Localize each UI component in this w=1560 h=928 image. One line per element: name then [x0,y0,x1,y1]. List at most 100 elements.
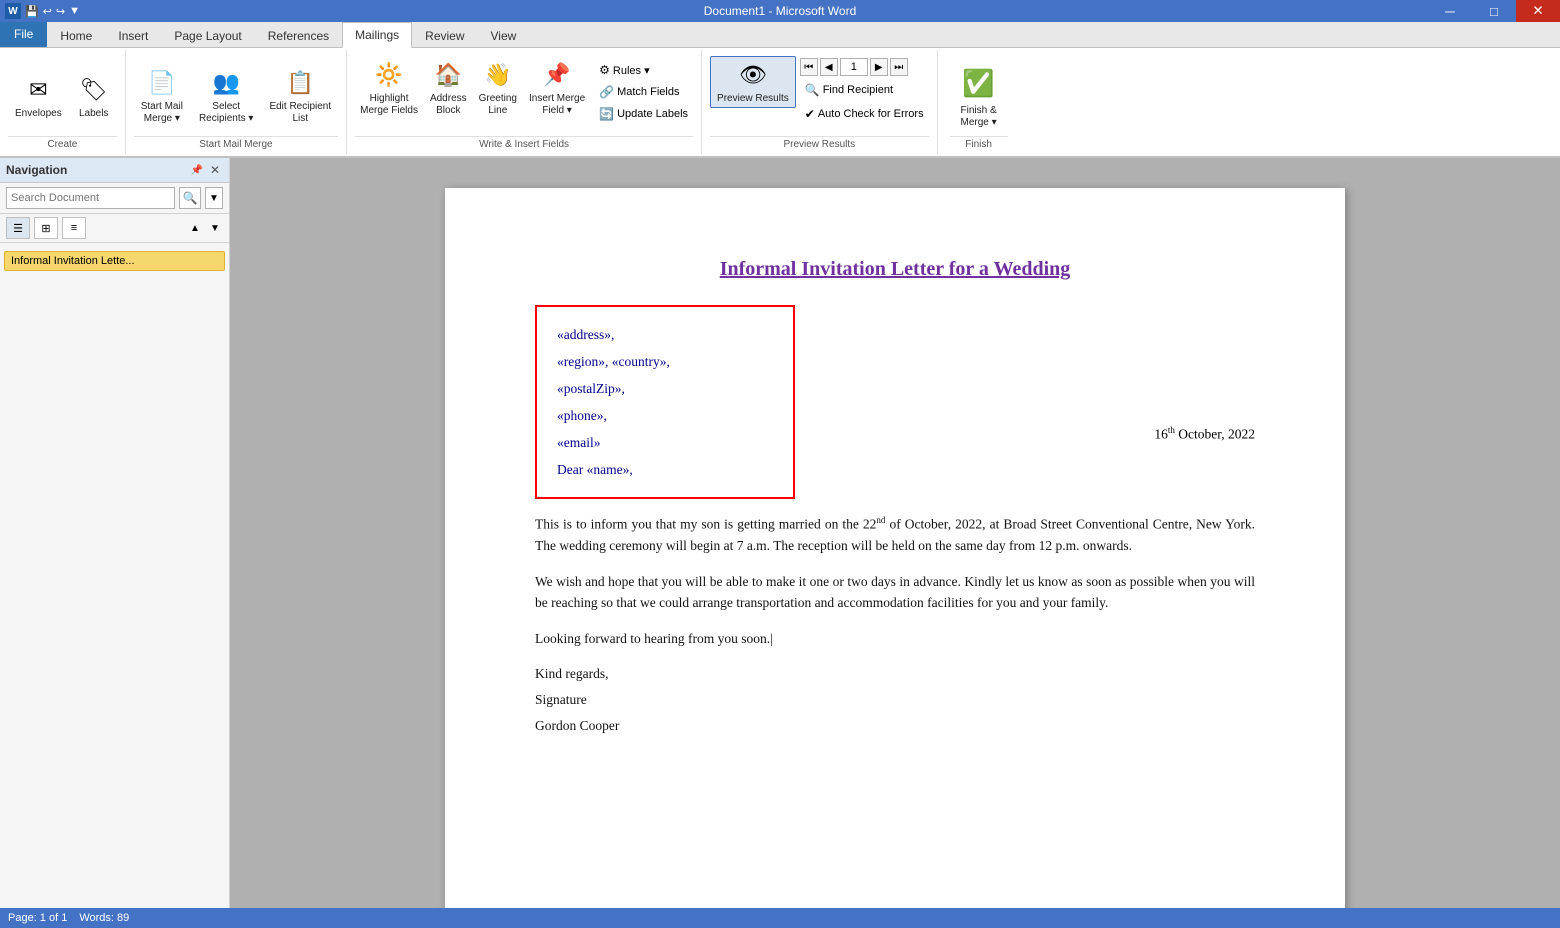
greeting-line-label: GreetingLine [479,93,517,117]
page-first-btn[interactable]: ⏮ [800,58,818,76]
main-document-area: Informal Invitation Letter for a Wedding… [230,158,1560,908]
find-recipient-btn[interactable]: 🔍 Find Recipient [800,80,929,100]
paragraph-1: This is to inform you that my son is get… [535,513,1255,557]
match-fields-label: Match Fields [617,86,679,98]
nav-results-view-btn[interactable]: ≡ [62,217,86,239]
redo-quick-btn[interactable]: ↪ [56,5,65,18]
update-labels-label: Update Labels [617,108,688,120]
status-bar: Page: 1 of 1 Words: 89 [0,908,1560,928]
close-btn[interactable]: ✕ [1516,0,1560,22]
start-mail-merge-group-label: Start Mail Merge [134,136,338,152]
address-block-btn[interactable]: 🏠 AddressBlock [425,56,472,120]
finish-group-label: Finish [950,136,1008,152]
merge-phone: «phone», [557,402,773,429]
preview-results-label: Preview Results [717,93,789,105]
labels-btn[interactable]: 🏷 Labels [71,71,117,122]
tab-view[interactable]: View [478,23,530,47]
save-quick-btn[interactable]: 💾 [25,5,39,18]
ribbon-group-write-insert: 🔆 HighlightMerge Fields 🏠 AddressBlock 👋… [347,50,702,154]
tab-file[interactable]: File [0,21,47,47]
merge-postal: «postalZip», [557,375,773,402]
preview-group-label: Preview Results [710,136,929,152]
envelopes-label: Envelopes [15,108,62,119]
nav-view-btns: ☰ ⊞ ≡ ▲ ▼ [0,214,229,243]
find-recipient-label: Find Recipient [823,84,893,96]
address-block-label: AddressBlock [430,93,467,117]
nav-next-btn[interactable]: ▼ [207,220,223,236]
ribbon: ✉ Envelopes 🏷 Labels Create 📄 Start Mail… [0,48,1560,158]
page-prev-btn[interactable]: ◀ [820,58,838,76]
auto-check-errors-btn[interactable]: ✔ Auto Check for Errors [800,104,929,124]
nav-item-invitation[interactable]: Informal Invitation Lette... [4,251,225,271]
customize-quick-btn[interactable]: ▼ [69,5,80,17]
nav-page-view-btn[interactable]: ⊞ [34,217,58,239]
ribbon-group-finish: ✅ Finish &Merge ▾ Finish [938,50,1020,154]
document-body: This is to inform you that my son is get… [535,513,1255,736]
tab-mailings[interactable]: Mailings [342,22,412,48]
ribbon-tabs: File Home Insert Page Layout References … [0,22,1560,48]
nav-close-btn[interactable]: ✕ [207,162,223,178]
select-recipients-btn[interactable]: 👥 SelectRecipients ▾ [192,64,261,128]
search-dropdown-btn[interactable]: ▼ [205,187,223,209]
nav-prev-btn[interactable]: ▲ [187,220,203,236]
ribbon-group-start-mail-merge: 📄 Start MailMerge ▾ 👥 SelectRecipients ▾… [126,50,347,154]
insert-merge-field-label: Insert MergeField ▾ [529,93,585,117]
greeting-line-btn[interactable]: 👋 GreetingLine [474,56,522,120]
merge-dear: Dear «name», [557,456,773,483]
finish-merge-label: Finish &Merge ▾ [961,105,997,129]
window-title: Document1 - Microsoft Word [704,4,857,18]
start-mail-merge-btn[interactable]: 📄 Start MailMerge ▾ [134,64,190,128]
labels-label: Labels [79,108,108,119]
tab-review[interactable]: Review [412,23,477,47]
rules-label: Rules ▾ [613,64,650,77]
document-title: Informal Invitation Letter for a Wedding [535,258,1255,281]
tab-references[interactable]: References [255,23,342,47]
document-page: Informal Invitation Letter for a Wedding… [445,188,1345,908]
tab-page-layout[interactable]: Page Layout [161,23,254,47]
tab-insert[interactable]: Insert [105,23,161,47]
match-fields-btn[interactable]: 🔗 Match Fields [594,82,693,102]
highlight-merge-fields-btn[interactable]: 🔆 HighlightMerge Fields [355,56,423,120]
ribbon-group-create: ✉ Envelopes 🏷 Labels Create [0,50,126,154]
finish-merge-btn[interactable]: ✅ Finish &Merge ▾ [950,58,1008,134]
select-recipients-label: SelectRecipients ▾ [199,101,254,125]
page-number-input[interactable] [840,58,868,76]
page-info: Page: 1 of 1 [8,912,67,924]
app-icon: W [5,3,21,19]
address-merge-block: «address», «region», «country», «postalZ… [535,305,795,499]
merge-address: «address», [557,321,773,348]
update-labels-btn[interactable]: 🔄 Update Labels [594,104,693,124]
sender-name: Gordon Cooper [535,715,1255,737]
nav-pin-btn[interactable]: 📌 [189,162,205,178]
nav-pane-header: Navigation 📌 ✕ [0,158,229,183]
tab-home[interactable]: Home [47,23,105,47]
nav-heading-view-btn[interactable]: ☰ [6,217,30,239]
start-mail-merge-label: Start MailMerge ▾ [141,101,183,125]
preview-results-btn[interactable]: 👁 Preview Results [710,56,796,108]
search-icon-btn[interactable]: 🔍 [179,187,201,209]
insert-merge-field-btn[interactable]: 📌 Insert MergeField ▾ [524,56,590,120]
ribbon-group-preview: 👁 Preview Results ⏮ ◀ ▶ ⏭ 🔍 Find Recipie… [702,50,938,154]
merge-email: «email» [557,429,773,456]
paragraph-2: We wish and hope that you will be able t… [535,571,1255,614]
maximize-btn[interactable]: □ [1472,0,1516,22]
auto-check-errors-label: Auto Check for Errors [818,108,924,120]
create-group-label: Create [8,136,117,152]
document-date: 16th October, 2022 [1154,425,1255,443]
navigation-pane: Navigation 📌 ✕ 🔍 ▼ ☰ ⊞ ≡ ▲ ▼ Informal In… [0,158,230,908]
envelopes-btn[interactable]: ✉ Envelopes [8,71,69,122]
nav-pane-title: Navigation [6,163,67,177]
page-last-btn[interactable]: ⏭ [890,58,908,76]
search-document-input[interactable] [6,187,175,209]
write-insert-group-label: Write & Insert Fields [355,136,693,152]
minimize-btn[interactable]: ─ [1428,0,1472,22]
edit-recipient-list-btn[interactable]: 📋 Edit RecipientList [262,64,338,128]
page-next-btn[interactable]: ▶ [870,58,888,76]
title-bar: W 💾 ↩ ↪ ▼ Document1 - Microsoft Word ─ □… [0,0,1560,22]
paragraph-3: Looking forward to hearing from you soon… [535,628,1255,650]
edit-recipient-list-label: Edit RecipientList [269,101,331,125]
closing: Kind regards, [535,663,1255,685]
rules-btn[interactable]: ⚙ Rules ▾ [594,60,693,80]
undo-quick-btn[interactable]: ↩ [43,5,52,18]
signature: Signature [535,689,1255,711]
